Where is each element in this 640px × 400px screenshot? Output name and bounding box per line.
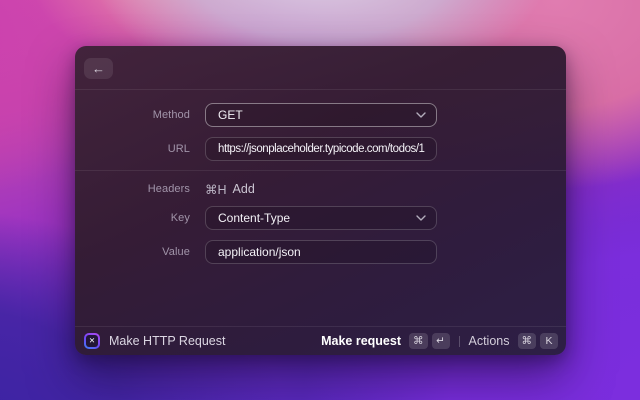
- window-header: ←: [75, 46, 566, 89]
- extension-icon-glyph: ✕: [86, 335, 98, 347]
- header-separator: [75, 89, 566, 90]
- actions-button[interactable]: Actions ⌘ K: [468, 333, 558, 349]
- make-request-button[interactable]: Make request ⌘ ↵: [321, 333, 450, 349]
- raycast-window: ← Method GET URL https://jsonplaceholder…: [75, 46, 566, 355]
- method-row: Method GET: [75, 103, 566, 127]
- chevron-down-icon: [416, 215, 426, 221]
- method-select[interactable]: GET: [205, 103, 437, 127]
- headers-row: Headers ⌘H Add: [75, 181, 566, 197]
- url-value: https://jsonplaceholder.typicode.com/tod…: [218, 143, 425, 155]
- footer-divider: [458, 335, 460, 347]
- value-value: application/json: [218, 245, 301, 259]
- key-value: Content-Type: [218, 211, 291, 225]
- headers-add-button[interactable]: ⌘H Add: [205, 182, 255, 197]
- url-label: URL: [167, 143, 190, 155]
- key-select[interactable]: Content-Type: [205, 206, 437, 230]
- back-arrow-icon: ←: [92, 61, 105, 76]
- method-label: Method: [152, 109, 190, 121]
- value-input[interactable]: application/json: [205, 240, 437, 264]
- return-key-badge: ↵: [431, 333, 450, 349]
- chevron-down-icon: [416, 112, 426, 118]
- headers-label: Headers: [147, 183, 190, 195]
- value-label: Value: [162, 246, 190, 258]
- command-key-badge: ⌘: [409, 333, 428, 349]
- back-button[interactable]: ←: [84, 58, 113, 79]
- k-key-badge: K: [540, 333, 558, 349]
- url-row: URL https://jsonplaceholder.typicode.com…: [75, 137, 566, 161]
- method-value: GET: [218, 108, 243, 122]
- section-separator: [75, 170, 566, 171]
- url-input[interactable]: https://jsonplaceholder.typicode.com/tod…: [205, 137, 437, 161]
- actions-label: Actions: [468, 334, 510, 348]
- value-row: Value application/json: [75, 240, 566, 264]
- key-label: Key: [170, 212, 190, 224]
- command-key-badge: ⌘: [517, 333, 536, 349]
- http-request-extension-icon: ✕: [84, 333, 100, 349]
- key-row: Key Content-Type: [75, 206, 566, 230]
- make-request-label: Make request: [321, 334, 401, 348]
- footer-bar: ✕ Make HTTP Request Make request ⌘ ↵ Act…: [75, 326, 566, 355]
- app-title: Make HTTP Request: [109, 334, 226, 348]
- headers-add-shortcut: ⌘H: [205, 182, 227, 197]
- headers-add-label: Add: [232, 182, 255, 196]
